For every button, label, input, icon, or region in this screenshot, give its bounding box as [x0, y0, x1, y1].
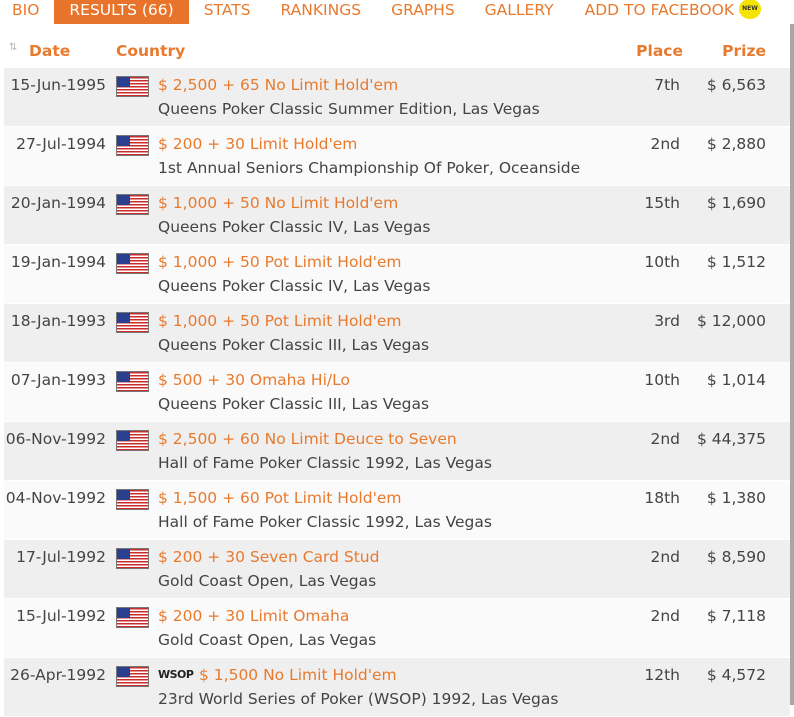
table-row: 17-Jul-1992 $ 200 + 30 Seven Card Stud Gol…	[4, 540, 790, 599]
event-venue: Hall of Fame Poker Classic 1992, Las Veg…	[158, 513, 492, 531]
tab-graphs[interactable]: GRAPHS	[376, 0, 470, 24]
result-date: 04-Nov-1992	[5, 489, 106, 507]
event-link[interactable]: $ 1,500 No Limit Hold'em	[199, 666, 397, 684]
add-to-facebook-label: ADD TO FACEBOOK	[584, 1, 734, 19]
result-prize: $ 2,880	[706, 135, 766, 153]
result-date: 18-Jan-1993	[10, 312, 106, 330]
usa-flag-icon	[116, 135, 149, 156]
event-venue: 1st Annual Seniors Championship Of Poker…	[158, 159, 581, 177]
result-place: 10th	[644, 371, 680, 389]
event-venue: Queens Poker Classic III, Las Vegas	[158, 336, 430, 354]
tab-results[interactable]: RESULTS (66)	[54, 0, 189, 24]
table-row: 06-Nov-1992 $ 2,500 + 60 No Limit Deuce t…	[4, 422, 790, 481]
event-venue: 23rd World Series of Poker (WSOP) 1992, …	[158, 690, 559, 708]
event-venue: Hall of Fame Poker Classic 1992, Las Veg…	[158, 454, 492, 472]
result-place: 3rd	[654, 312, 680, 330]
result-date: 26-Apr-1992	[10, 666, 106, 684]
header-date[interactable]: Date	[29, 42, 70, 60]
profile-tabs: BIO RESULTS (66) STATS RANKINGS GRAPHS G…	[0, 0, 794, 24]
table-row: 07-Jan-1993 $ 500 + 30 Omaha Hi/Lo Queens …	[4, 363, 790, 422]
result-date: 19-Jan-1994	[10, 253, 106, 271]
add-to-facebook-link[interactable]: ADD TO FACEBOOK NEW	[570, 0, 794, 24]
event-venue: Queens Poker Classic Summer Edition, Las…	[158, 100, 540, 118]
table-row: 19-Jan-1994 $ 1,000 + 50 Pot Limit Hold'e…	[4, 245, 790, 304]
table-row: 26-Apr-1992 WSOP $ 1,500 No Limit Hold'em 2…	[4, 658, 790, 717]
table-row: 04-Nov-1992 $ 1,500 + 60 Pot Limit Hold'e…	[4, 481, 790, 540]
event-link[interactable]: $ 500 + 30 Omaha Hi/Lo	[158, 371, 350, 389]
wsop-logo-icon: WSOP	[158, 668, 194, 681]
result-place: 10th	[644, 253, 680, 271]
result-date: 20-Jan-1994	[10, 194, 106, 212]
event-link[interactable]: $ 1,000 + 50 Pot Limit Hold'em	[158, 312, 401, 330]
result-place: 2nd	[650, 607, 680, 625]
result-prize: $ 6,563	[706, 76, 766, 94]
header-prize[interactable]: Prize	[722, 42, 766, 60]
sort-icon[interactable]: ⇅	[9, 42, 17, 53]
table-row: 20-Jan-1994 $ 1,000 + 50 No Limit Hold'em…	[4, 186, 790, 245]
usa-flag-icon	[116, 607, 149, 628]
usa-flag-icon	[116, 548, 149, 569]
usa-flag-icon	[116, 371, 149, 392]
result-prize: $ 12,000	[696, 312, 766, 330]
usa-flag-icon	[116, 666, 149, 687]
result-prize: $ 1,690	[706, 194, 766, 212]
scrollbar-strip[interactable]	[790, 24, 794, 705]
results-table-header: ⇅ Date Country Place Prize	[0, 24, 794, 68]
result-prize: $ 1,380	[706, 489, 766, 507]
usa-flag-icon	[116, 489, 149, 510]
usa-flag-icon	[116, 430, 149, 451]
result-date: 07-Jan-1993	[10, 371, 106, 389]
result-place: 12th	[644, 666, 680, 684]
event-link[interactable]: $ 2,500 + 65 No Limit Hold'em	[158, 76, 398, 94]
tab-bio[interactable]: BIO	[0, 0, 54, 24]
result-date: 27-Jul-1994	[16, 135, 106, 153]
result-place: 2nd	[650, 430, 680, 448]
result-date: 15-Jul-1992	[16, 607, 106, 625]
header-country[interactable]: Country	[116, 42, 185, 60]
header-place[interactable]: Place	[636, 42, 683, 60]
result-prize: $ 4,572	[706, 666, 766, 684]
event-venue: Queens Poker Classic III, Las Vegas	[158, 395, 430, 413]
usa-flag-icon	[116, 76, 149, 97]
table-row: 18-Jan-1993 $ 1,000 + 50 Pot Limit Hold'e…	[4, 304, 790, 363]
event-link[interactable]: $ 1,000 + 50 Pot Limit Hold'em	[158, 253, 401, 271]
tab-gallery[interactable]: GALLERY	[470, 0, 569, 24]
tab-stats[interactable]: STATS	[189, 0, 266, 24]
event-link[interactable]: $ 200 + 30 Limit Omaha	[158, 607, 349, 625]
result-date: 15-Jun-1995	[10, 76, 106, 94]
event-venue: Queens Poker Classic IV, Las Vegas	[158, 277, 431, 295]
result-date: 17-Jul-1992	[16, 548, 106, 566]
event-venue: Gold Coast Open, Las Vegas	[158, 631, 377, 649]
event-venue: Queens Poker Classic IV, Las Vegas	[158, 218, 431, 236]
results-table: 15-Jun-1995 $ 2,500 + 65 No Limit Hold'em…	[4, 68, 790, 717]
result-prize: $ 8,590	[706, 548, 766, 566]
table-row: 15-Jun-1995 $ 2,500 + 65 No Limit Hold'em…	[4, 68, 790, 127]
result-prize: $ 1,512	[706, 253, 766, 271]
event-link[interactable]: $ 200 + 30 Seven Card Stud	[158, 548, 379, 566]
event-link[interactable]: $ 200 + 30 Limit Hold'em	[158, 135, 357, 153]
result-date: 06-Nov-1992	[5, 430, 106, 448]
result-place: 18th	[644, 489, 680, 507]
event-link[interactable]: $ 1,000 + 50 No Limit Hold'em	[158, 194, 398, 212]
usa-flag-icon	[116, 312, 149, 333]
result-place: 7th	[654, 76, 680, 94]
usa-flag-icon	[116, 194, 149, 215]
event-link[interactable]: $ 1,500 + 60 Pot Limit Hold'em	[158, 489, 401, 507]
result-prize: $ 44,375	[696, 430, 766, 448]
result-place: 2nd	[650, 135, 680, 153]
tab-rankings[interactable]: RANKINGS	[266, 0, 377, 24]
result-place: 15th	[644, 194, 680, 212]
usa-flag-icon	[116, 253, 149, 274]
event-link[interactable]: $ 2,500 + 60 No Limit Deuce to Seven	[158, 430, 457, 448]
result-prize: $ 7,118	[706, 607, 766, 625]
new-badge: NEW	[739, 0, 761, 19]
result-prize: $ 1,014	[706, 371, 766, 389]
table-row: 27-Jul-1994 $ 200 + 30 Limit Hold'em 1st A…	[4, 127, 790, 186]
event-venue: Gold Coast Open, Las Vegas	[158, 572, 377, 590]
table-row: 15-Jul-1992 $ 200 + 30 Limit Omaha Gold Co…	[4, 599, 790, 658]
result-place: 2nd	[650, 548, 680, 566]
